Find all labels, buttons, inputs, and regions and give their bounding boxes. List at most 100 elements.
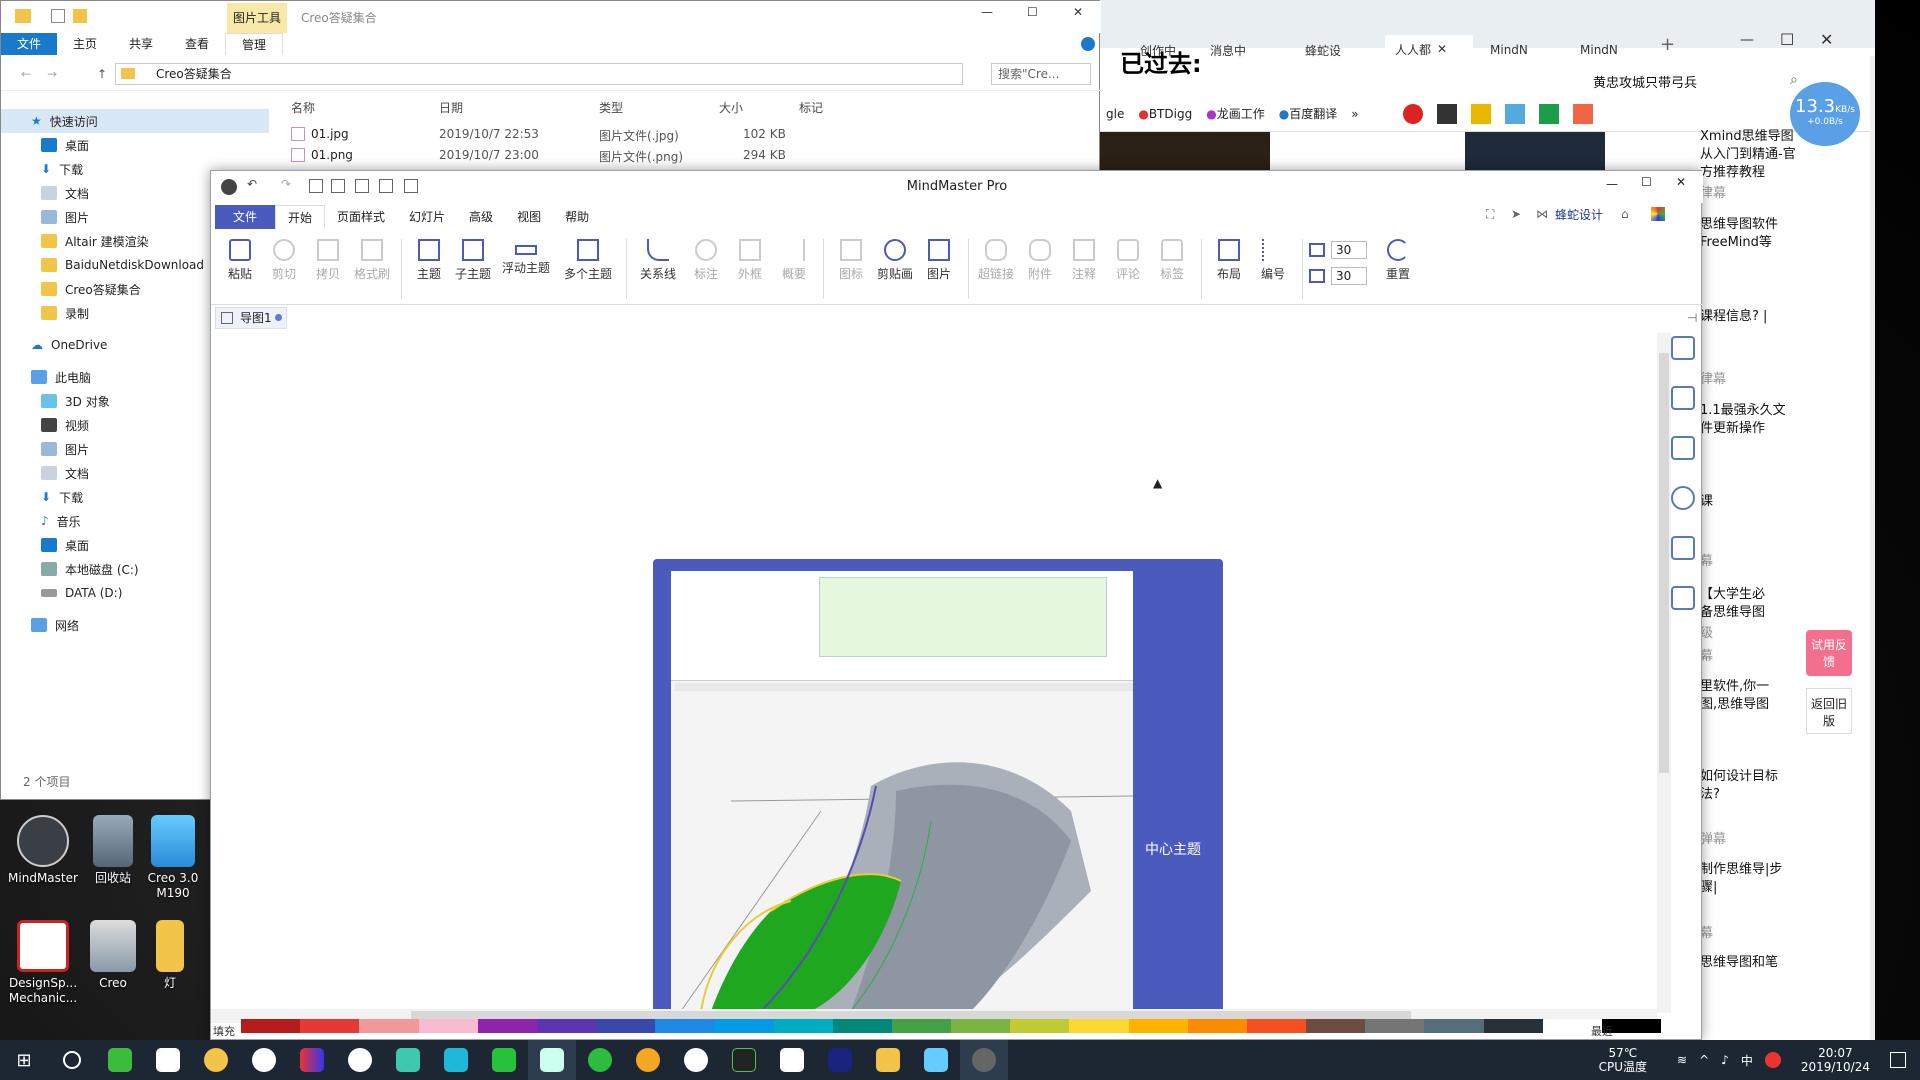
- tab-file[interactable]: 文件: [1, 33, 57, 55]
- pin-icon[interactable]: ⊣: [1687, 311, 1697, 325]
- relationship-button[interactable]: 关系线: [633, 231, 683, 282]
- maximize-icon[interactable]: ☐: [1641, 175, 1652, 189]
- browser-tab-2[interactable]: 消息中: [1200, 35, 1256, 65]
- callout-button[interactable]: 标注: [685, 231, 727, 282]
- column-name[interactable]: 名称: [291, 99, 315, 116]
- side-item-4[interactable]: 课程信息? |: [1700, 308, 1767, 326]
- maximize-icon[interactable]: ☐: [1780, 30, 1794, 49]
- maximize-icon[interactable]: ☐: [1027, 5, 1038, 19]
- taskbar-app[interactable]: [288, 1040, 336, 1080]
- tab-manage[interactable]: 管理: [225, 33, 284, 55]
- browser-tab-6[interactable]: MindN: [1570, 35, 1628, 65]
- menu-start[interactable]: 开始: [275, 205, 326, 229]
- extension-icon[interactable]: [1436, 103, 1457, 124]
- skin-icon[interactable]: ⌂: [1621, 207, 1629, 221]
- topic-button[interactable]: 主题: [408, 231, 450, 282]
- wifi-icon[interactable]: ≋: [1677, 1053, 1687, 1067]
- column-tag[interactable]: 标记: [799, 99, 823, 116]
- side-item-15[interactable]: 制作思维导|步骤|: [1700, 861, 1785, 897]
- vertical-scrollbar[interactable]: [1657, 333, 1671, 1013]
- desktop-icon-lamp[interactable]: 灯: [150, 920, 190, 991]
- clock[interactable]: 20:07 2019/10/24: [1801, 1046, 1870, 1074]
- tab-home[interactable]: 主页: [57, 33, 113, 55]
- menu-file[interactable]: 文件: [215, 205, 275, 229]
- taskbar-app[interactable]: [384, 1040, 432, 1080]
- reset-button[interactable]: 重置: [1377, 231, 1419, 282]
- nav-item-desktop[interactable]: 桌面: [1, 133, 269, 157]
- presentation-icon[interactable]: [1671, 586, 1695, 610]
- volume-icon[interactable]: ♪: [1721, 1053, 1729, 1067]
- user-account[interactable]: 蜂蛇设计: [1555, 206, 1603, 223]
- taskbar-app[interactable]: [576, 1040, 624, 1080]
- taskbar-app[interactable]: [960, 1040, 1008, 1080]
- mindmap-canvas[interactable]: 中心主题 ▲: [213, 333, 1653, 1011]
- video-thumbnail[interactable]: [1100, 132, 1270, 172]
- picture-button[interactable]: 图片: [918, 231, 960, 282]
- notification-icon[interactable]: [1890, 1052, 1906, 1068]
- column-date[interactable]: 日期: [439, 99, 463, 116]
- minimize-icon[interactable]: —: [1740, 32, 1754, 48]
- browser-tab-active[interactable]: 人人都 ✕: [1385, 35, 1473, 63]
- browser-tab-3[interactable]: 蜂蛇设: [1295, 35, 1351, 65]
- outline-icon[interactable]: [1671, 386, 1695, 410]
- side-item-9[interactable]: 【大学生必备思维导图: [1700, 586, 1775, 622]
- help-icon[interactable]: [1081, 37, 1095, 51]
- attachment-button[interactable]: 附件: [1019, 231, 1061, 282]
- taskbar-app[interactable]: [144, 1040, 192, 1080]
- comment-button[interactable]: 评论: [1107, 231, 1149, 282]
- send-icon[interactable]: ➤: [1511, 207, 1521, 221]
- taskbar-app[interactable]: [528, 1040, 576, 1080]
- search-icon[interactable]: ⌕: [1790, 72, 1798, 88]
- close-icon[interactable]: ✕: [1676, 175, 1686, 189]
- bookmark-3[interactable]: ●龙画工作: [1206, 105, 1265, 122]
- forward-icon[interactable]: →: [47, 67, 57, 81]
- menu-view[interactable]: 视图: [505, 205, 553, 229]
- clipart-button[interactable]: 剪贴画: [874, 231, 916, 282]
- taskbar-app[interactable]: [864, 1040, 912, 1080]
- back-icon[interactable]: ←: [21, 67, 31, 81]
- feedback-button[interactable]: 试用反馈: [1806, 630, 1852, 676]
- ime-indicator[interactable]: 中: [1741, 1052, 1753, 1069]
- cpu-temperature[interactable]: 57℃ CPU温度: [1599, 1046, 1647, 1074]
- path-field[interactable]: Creo答疑集合: [115, 63, 963, 85]
- new-tab-icon[interactable]: +: [1660, 34, 1675, 55]
- summary-button[interactable]: 概要: [773, 231, 815, 282]
- new-folder-icon[interactable]: [73, 9, 87, 23]
- taskbar-app[interactable]: [912, 1040, 960, 1080]
- properties-icon[interactable]: [51, 9, 65, 23]
- numbering-button[interactable]: 编号: [1252, 231, 1294, 282]
- copy-button[interactable]: 拷贝: [307, 231, 349, 282]
- fullscreen-icon[interactable]: ⛶: [1486, 207, 1494, 222]
- desktop-icon-creo[interactable]: Creo: [70, 920, 156, 991]
- scrollbar-thumb[interactable]: [1659, 353, 1669, 773]
- up-icon[interactable]: ↑: [97, 67, 107, 81]
- extension-icon[interactable]: [1504, 103, 1525, 124]
- xmind-thumbnail[interactable]: [1465, 132, 1605, 172]
- network-speed-widget[interactable]: 13.3KB/s +0.0B/s: [1790, 82, 1860, 146]
- theme-icon[interactable]: [1651, 207, 1665, 221]
- vertical-spacing-input[interactable]: 30: [1331, 267, 1367, 285]
- paste-button[interactable]: 粘贴: [219, 231, 261, 282]
- taskbar-app[interactable]: [336, 1040, 384, 1080]
- multiple-topics-button[interactable]: 多个主题: [558, 231, 618, 282]
- side-item-12[interactable]: 里软件,你一图,思维导图: [1700, 678, 1780, 714]
- side-item-1[interactable]: Xmind思维导图从入门到精通-官方推荐教程: [1700, 128, 1800, 182]
- bookmark-2[interactable]: ●BTDigg: [1138, 107, 1192, 121]
- menu-help[interactable]: 帮助: [553, 205, 601, 229]
- clipart-panel-icon[interactable]: [1671, 486, 1695, 510]
- layout-button[interactable]: 布局: [1208, 231, 1250, 282]
- close-icon[interactable]: ✕: [1820, 30, 1833, 49]
- bookmark-4[interactable]: ●百度翻译: [1279, 105, 1338, 122]
- extension-icon[interactable]: [1538, 103, 1559, 124]
- desktop-icon-creo30[interactable]: Creo 3.0 M190: [143, 815, 203, 901]
- start-button[interactable]: ⊞: [0, 1040, 48, 1080]
- menu-page-style[interactable]: 页面样式: [325, 205, 397, 229]
- taskbar-app[interactable]: [672, 1040, 720, 1080]
- search-input[interactable]: 搜索"Cre...: [991, 63, 1091, 85]
- taskbar-app[interactable]: [240, 1040, 288, 1080]
- table-row[interactable]: 01.png 2019/10/7 23:00 图片文件(.png) 294 KB: [291, 148, 831, 166]
- tag-button[interactable]: 标签: [1151, 231, 1193, 282]
- format-icon[interactable]: [1671, 336, 1695, 360]
- tab-view[interactable]: 查看: [169, 33, 225, 55]
- side-item-3[interactable]: 思维导图软件FreeMind等: [1700, 216, 1795, 252]
